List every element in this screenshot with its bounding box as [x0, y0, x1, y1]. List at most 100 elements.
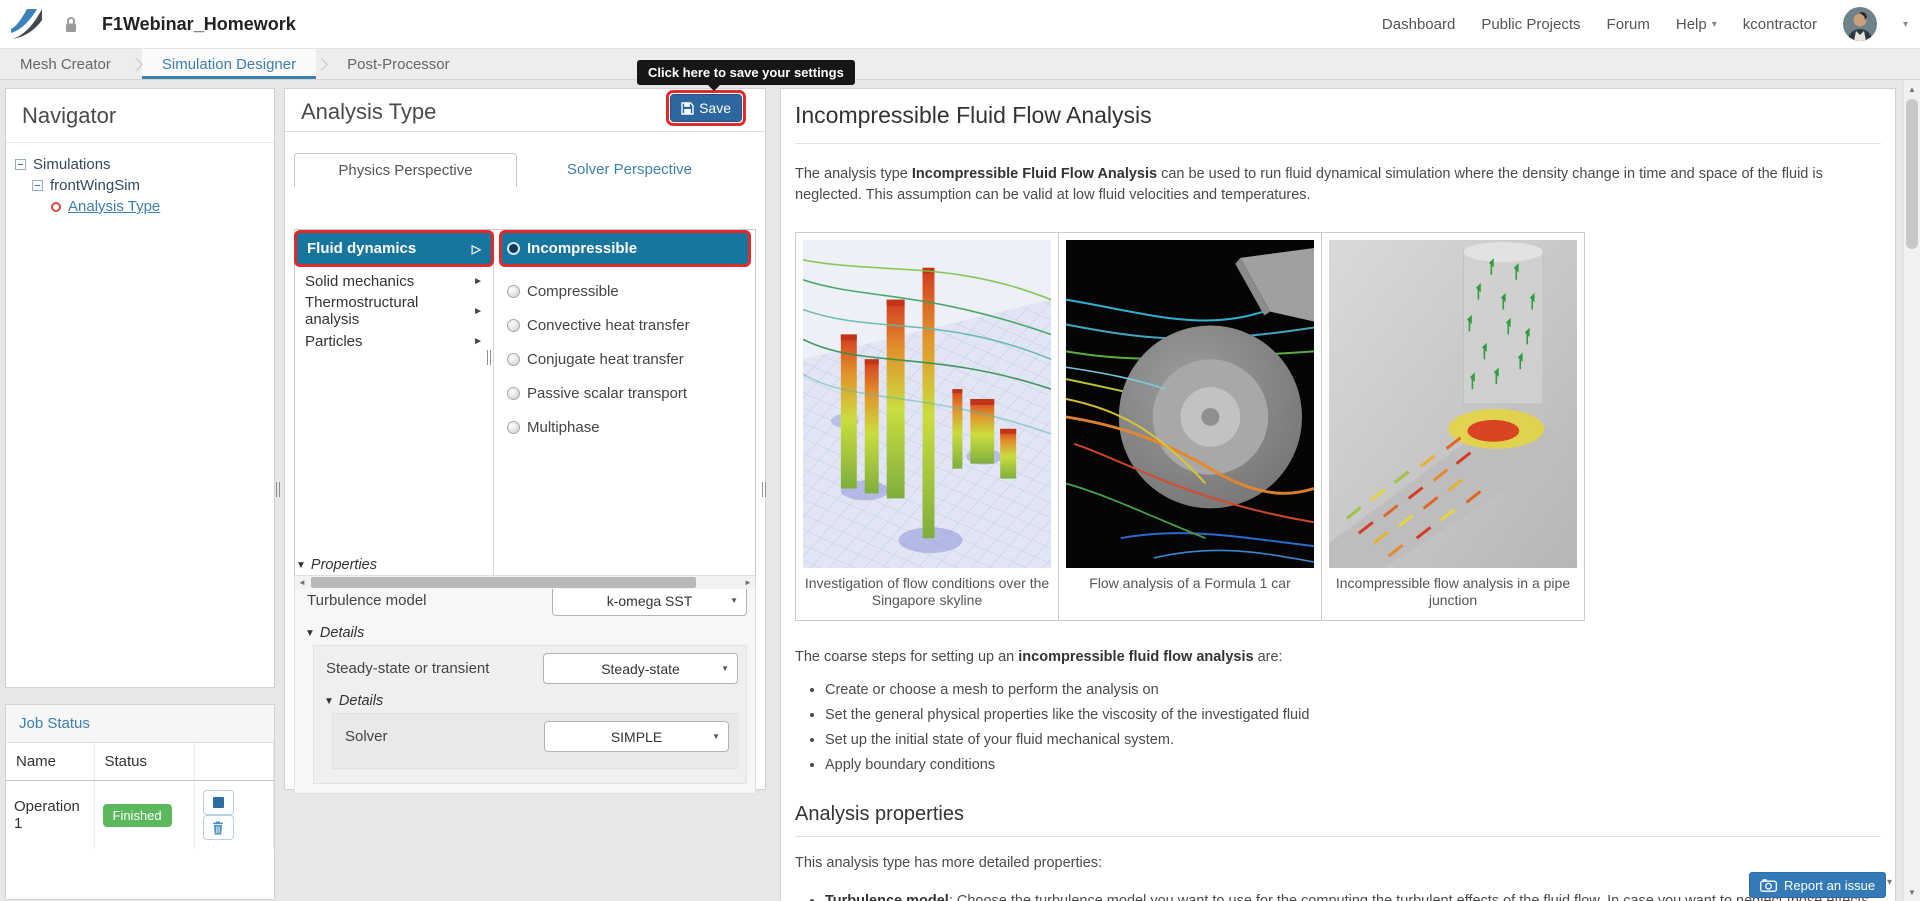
turbulence-model-select[interactable]: k-omega SST ▼ — [552, 585, 747, 616]
property-bullet: Turbulence model: Choose the turbulence … — [825, 890, 1881, 901]
doc-title: Incompressible Fluid Flow Analysis — [795, 102, 1881, 144]
list-item: Set up the initial state of your fluid m… — [825, 732, 1881, 748]
scroll-left-arrow-icon[interactable]: ◄ — [295, 576, 309, 589]
properties-section: ▼ Properties Turbulence model k-omega SS… — [294, 557, 756, 794]
tab-mesh-creator[interactable]: Mesh Creator — [0, 49, 131, 79]
analysis-type-panel: Analysis Type Save Physics Perspective S… — [284, 88, 766, 794]
tab-post-processor[interactable]: Post-Processor — [327, 49, 470, 79]
scroll-right-arrow-icon[interactable]: ► — [741, 576, 755, 589]
save-highlight-ring: Save — [666, 90, 746, 126]
tree-item-frontwingsim[interactable]: frontWingSim — [32, 175, 265, 196]
category-thermostructural[interactable]: Thermostructural analysis ► — [295, 294, 493, 328]
column-resize-handle[interactable] — [487, 350, 491, 365]
radio-icon[interactable] — [507, 318, 520, 332]
vertical-scrollbar[interactable]: ▲ ▼ — [1903, 80, 1920, 901]
radio-icon[interactable] — [507, 420, 520, 434]
details-header[interactable]: ▼ Details — [324, 693, 738, 709]
example-gallery: Investigation of flow conditions over th… — [795, 232, 1881, 621]
stop-job-button[interactable] — [202, 790, 234, 815]
top-nav: Dashboard Public Projects Forum Help ▾ k… — [1382, 7, 1908, 41]
nav-forum[interactable]: Forum — [1607, 16, 1650, 33]
simscale-logo — [11, 9, 42, 39]
report-issue-button[interactable]: Report an issue — [1749, 872, 1887, 898]
option-passive-scalar-transport[interactable]: Passive scalar transport — [502, 376, 748, 410]
list-item: Apply boundary conditions — [825, 757, 1881, 773]
properties-box: Turbulence model k-omega SST ▼ ▼ Details… — [294, 577, 756, 794]
category-particles[interactable]: Particles ► — [295, 326, 493, 356]
top-bar: F1Webinar_Homework Dashboard Public Proj… — [0, 0, 1920, 49]
help-caret-icon: ▾ — [1711, 18, 1717, 30]
collapse-triangle-icon: ▼ — [324, 695, 334, 707]
save-icon — [681, 101, 694, 115]
tree-item-simulations[interactable]: Simulations — [15, 154, 265, 175]
job-name: Operation 1 — [6, 780, 95, 849]
scrollbar-thumb[interactable] — [1906, 99, 1918, 249]
avatar-caret-icon[interactable]: ▾ — [1903, 19, 1908, 30]
tab-separator-icon — [315, 57, 328, 71]
gallery-caption: Investigation of flow conditions over th… — [804, 575, 1050, 608]
delete-job-button[interactable] — [202, 815, 234, 840]
navigator-title: Navigator — [6, 89, 274, 143]
analysis-panel-header: Analysis Type Save — [285, 89, 765, 132]
table-row: Operation 1 Finished — [6, 780, 274, 849]
stop-icon — [212, 797, 224, 808]
gallery-caption: Incompressible flow analysis in a pipe j… — [1335, 575, 1571, 608]
tab-solver-perspective[interactable]: Solver Perspective — [518, 153, 741, 186]
analysis-properties-heading: Analysis properties — [795, 803, 1881, 837]
radio-icon[interactable] — [507, 352, 520, 366]
steps-intro: The coarse steps for setting up an incom… — [795, 649, 1283, 665]
radio-icon[interactable] — [507, 386, 520, 400]
camera-icon — [1760, 878, 1777, 892]
report-issue-caret-icon[interactable]: ▾ — [1887, 877, 1892, 888]
analysis-type-list: Incompressible Compressible Convective h… — [494, 230, 755, 589]
category-solid-mechanics[interactable]: Solid mechanics ► — [295, 266, 493, 296]
collapse-icon[interactable] — [32, 180, 43, 191]
option-incompressible[interactable]: Incompressible — [502, 233, 748, 264]
dropdown-caret-icon: ▼ — [730, 596, 738, 605]
option-convective-heat-transfer[interactable]: Convective heat transfer — [502, 308, 748, 342]
doc-intro: The analysis type Incompressible Fluid F… — [795, 166, 1823, 203]
panel-title: Analysis Type — [301, 99, 437, 124]
solver-select[interactable]: SIMPLE ▼ — [544, 721, 729, 752]
scroll-up-arrow-icon[interactable]: ▲ — [1904, 81, 1920, 97]
steady-state-select[interactable]: Steady-state ▼ — [543, 653, 738, 684]
nav-help[interactable]: Help ▾ — [1676, 16, 1717, 33]
dropdown-caret-icon: ▼ — [721, 664, 729, 673]
tab-simulation-designer[interactable]: Simulation Designer — [141, 49, 317, 79]
pipe-junction-cfd-image — [1329, 240, 1577, 568]
radio-icon[interactable] — [507, 284, 520, 298]
solver-details-box: Solver SIMPLE ▼ — [332, 713, 738, 769]
user-avatar[interactable] — [1842, 7, 1877, 41]
option-multiphase[interactable]: Multiphase — [502, 410, 748, 444]
tab-physics-perspective[interactable]: Physics Perspective — [294, 153, 517, 187]
option-compressible[interactable]: Compressible — [502, 274, 748, 308]
panel-resize-handle[interactable] — [762, 482, 766, 497]
panel-resize-handle[interactable] — [276, 482, 280, 497]
dropdown-caret-icon: ▼ — [712, 732, 720, 741]
solver-label: Solver — [345, 728, 388, 745]
expand-arrow-icon: ► — [473, 305, 483, 317]
radio-selected-icon[interactable] — [507, 242, 520, 255]
horizontal-scrollbar[interactable]: ◄ ► — [295, 575, 755, 589]
tree-item-analysis-type[interactable]: Analysis Type — [51, 196, 265, 217]
documentation-panel: Incompressible Fluid Flow Analysis The a… — [780, 88, 1896, 901]
job-status-table: Name Status Operation 1 Finished — [6, 743, 274, 849]
job-status-panel: Job Status Name Status Operation 1 Finis… — [5, 704, 275, 900]
option-conjugate-heat-transfer[interactable]: Conjugate heat transfer — [502, 342, 748, 376]
scrollbar-thumb[interactable] — [311, 577, 696, 588]
lock-icon — [66, 16, 76, 32]
list-item: Create or choose a mesh to perform the a… — [825, 682, 1881, 698]
project-title: F1Webinar_Homework — [102, 13, 296, 34]
collapse-icon[interactable] — [15, 159, 26, 170]
simulation-tree: Simulations frontWingSim Analysis Type — [6, 143, 274, 228]
nav-dashboard[interactable]: Dashboard — [1382, 16, 1455, 33]
nav-public-projects[interactable]: Public Projects — [1481, 16, 1580, 33]
category-fluid-dynamics[interactable]: Fluid dynamics ▷ — [297, 233, 491, 264]
analysis-properties-intro: This analysis type has more detailed pro… — [795, 855, 1103, 871]
collapse-triangle-icon: ▼ — [296, 559, 306, 571]
details-header[interactable]: ▼ Details — [305, 625, 747, 641]
save-button[interactable]: Save — [670, 94, 742, 122]
nav-username[interactable]: kcontractor — [1743, 16, 1817, 33]
properties-header[interactable]: ▼ Properties — [296, 557, 756, 573]
scroll-down-arrow-icon[interactable]: ▼ — [1904, 884, 1920, 900]
